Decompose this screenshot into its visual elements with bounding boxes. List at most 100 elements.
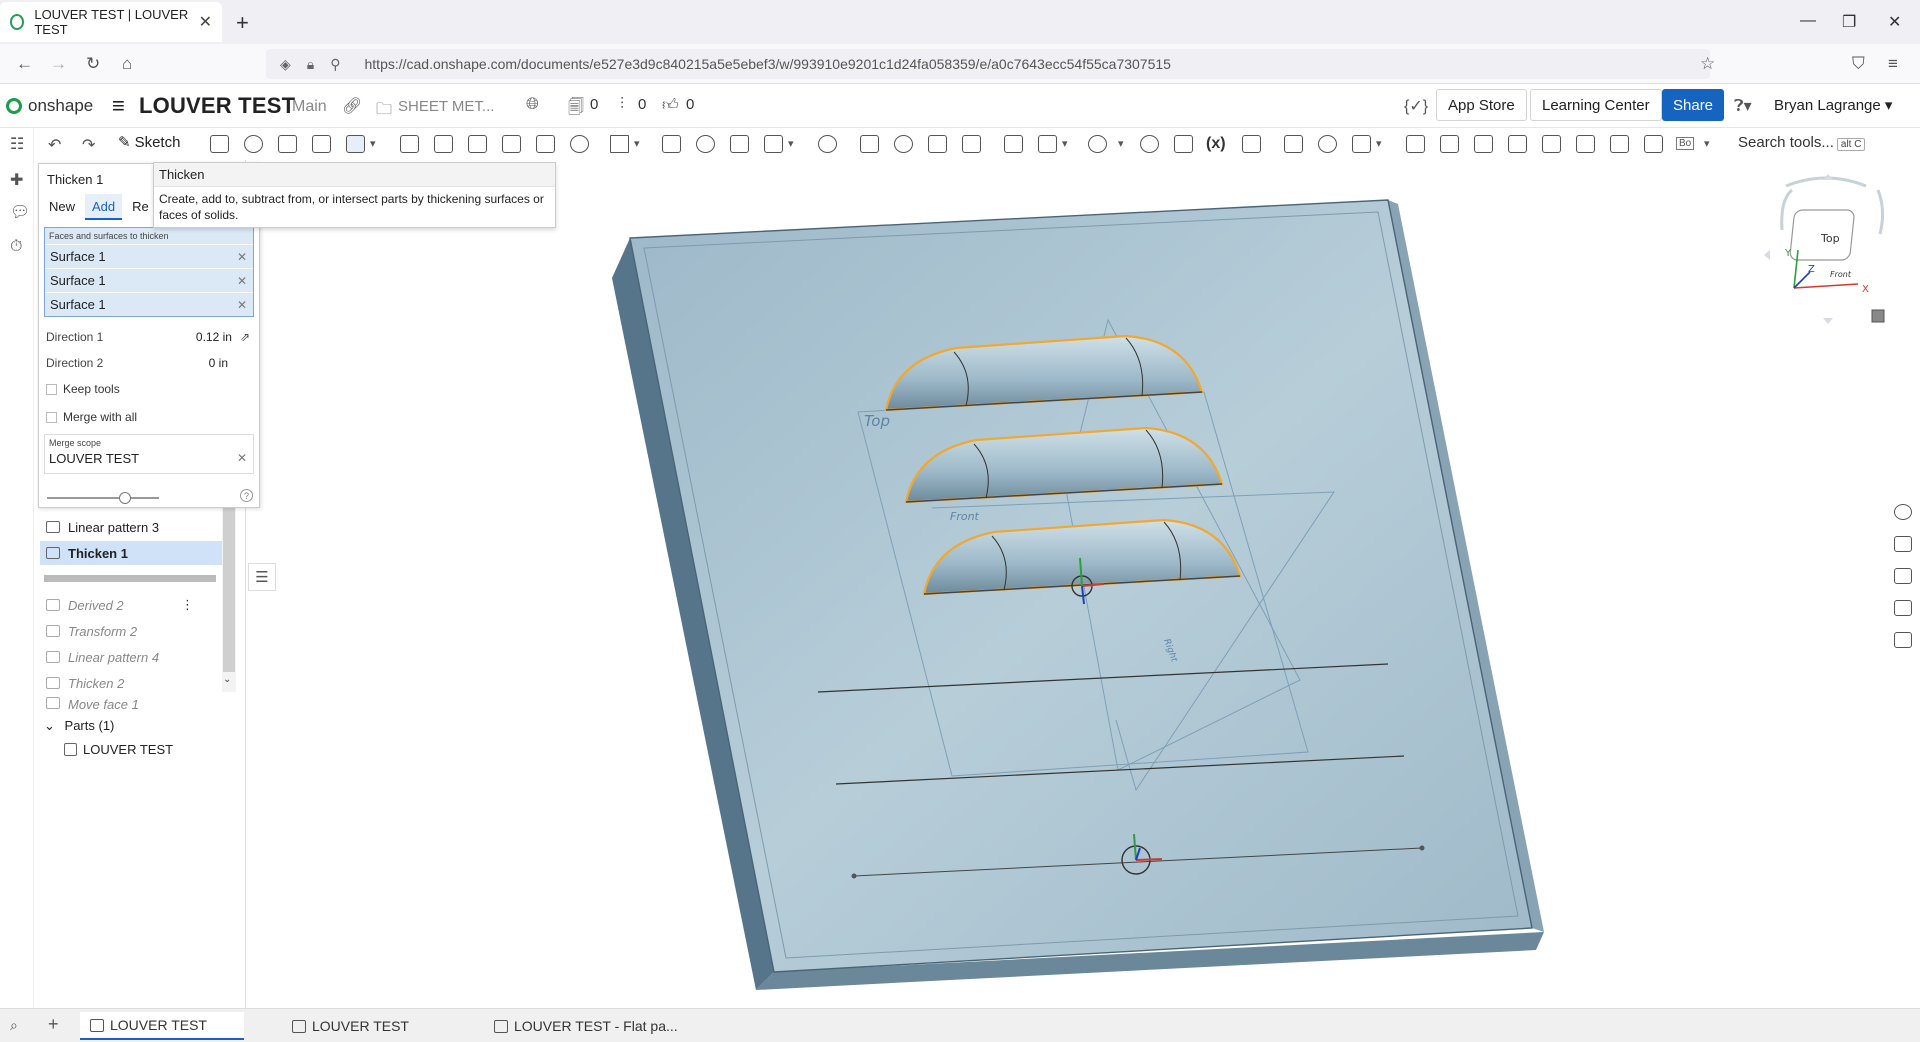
selection-item[interactable]: Surface 1 ✕	[45, 292, 253, 316]
parts-list-icon[interactable]	[1894, 536, 1912, 552]
restore-icon[interactable]: ❐	[1842, 12, 1856, 32]
flange-icon[interactable]	[894, 135, 913, 153]
measure-icon[interactable]	[1140, 135, 1159, 153]
mate-connector-icon[interactable]	[1038, 135, 1057, 153]
kebab-menu-icon[interactable]: ⋮	[181, 597, 194, 613]
variable-table-icon[interactable]	[1894, 632, 1912, 648]
thicken-icon[interactable]	[346, 135, 365, 153]
minimize-icon[interactable]: —	[1800, 12, 1816, 30]
section-icon[interactable]	[1174, 135, 1193, 153]
fillet-icon[interactable]	[400, 135, 419, 153]
tab-add[interactable]: Add	[85, 194, 123, 220]
merge-scope-box[interactable]: Merge scope LOUVER TEST ✕	[44, 434, 254, 474]
feature-item-linear-pattern-3[interactable]: Linear pattern 3	[40, 515, 224, 539]
tab-flat-pattern[interactable]: LOUVER TEST - Flat pa...	[484, 1012, 684, 1040]
tab-new[interactable]: New	[42, 194, 82, 220]
feature-item-thicken-2[interactable]: Thicken 2	[40, 671, 224, 695]
feature-item-move-face-1[interactable]: Move face 1	[40, 697, 224, 711]
faces-selection-box[interactable]: Faces and surfaces to thicken Surface 1 ✕…	[44, 227, 254, 317]
part-item[interactable]: LOUVER TEST	[64, 742, 173, 757]
hamburger-menu-icon[interactable]: ≡	[112, 93, 125, 119]
remove-scope-icon[interactable]: ✕	[237, 451, 247, 466]
versions-icon[interactable]: 🗐	[568, 96, 584, 123]
selection-item[interactable]: Surface 1 ✕	[45, 268, 253, 292]
branch-icon[interactable]: ⫶	[620, 96, 624, 114]
redo-icon[interactable]: ↷	[82, 135, 95, 155]
tab-remove[interactable]: Re	[125, 194, 156, 220]
chamfer-icon[interactable]	[434, 135, 453, 153]
workspace-name[interactable]: Main	[292, 98, 327, 116]
new-tab-icon[interactable]: +	[236, 10, 249, 36]
forward-icon[interactable]: →	[50, 54, 67, 74]
sketch-button[interactable]: ✎ Sketch	[118, 133, 180, 152]
add-feature-icon[interactable]: ✚	[10, 170, 23, 190]
parts-header[interactable]: ⌄ Parts (1)	[44, 718, 114, 734]
hole-icon[interactable]	[570, 135, 589, 153]
rib-icon[interactable]	[502, 135, 521, 153]
composite-dropdown-icon[interactable]: ▾	[1376, 137, 1382, 150]
feature-item-thicken-1[interactable]: Thicken 1	[40, 541, 224, 565]
globe-icon[interactable]: 🌐︎	[526, 96, 539, 114]
search-icon[interactable]: ⌕	[10, 1017, 18, 1034]
extend-icon[interactable]	[1508, 135, 1527, 153]
selection-item[interactable]: Surface 1 ✕	[45, 244, 253, 268]
insert-tab-icon[interactable]: +	[48, 1014, 59, 1035]
close-window-icon[interactable]: ✕	[1888, 12, 1901, 32]
share-button[interactable]: Share	[1662, 89, 1725, 121]
transform-icon[interactable]	[764, 135, 783, 153]
linear-pattern-icon[interactable]	[610, 135, 629, 153]
tab-drawing[interactable]: LOUVER TEST	[282, 1012, 478, 1040]
like-icon[interactable]: 👍︎	[662, 96, 679, 115]
document-title[interactable]: LOUVER TEST	[139, 93, 295, 119]
direction2-value[interactable]: 0 in	[209, 356, 228, 370]
check-icon[interactable]	[1644, 135, 1663, 153]
link-icon[interactable]: 🔗︎	[342, 96, 362, 116]
curve-dropdown-icon[interactable]: ▾	[1118, 137, 1124, 150]
helix-icon[interactable]	[1088, 135, 1107, 153]
comments-icon[interactable]: 💬︎	[10, 202, 30, 222]
rollback-bar[interactable]	[44, 575, 216, 582]
merge-with-all-checkbox[interactable]: Merge with all	[46, 410, 252, 424]
move-face-icon[interactable]	[1406, 135, 1425, 153]
shell-icon[interactable]	[536, 135, 555, 153]
offset-surface-icon[interactable]	[1440, 135, 1459, 153]
checkbox-icon[interactable]	[46, 411, 57, 423]
mate-dropdown-icon[interactable]: ▾	[1062, 137, 1068, 150]
direction1-field[interactable]: Direction 1 0.12 in ⇗	[46, 330, 252, 344]
keep-tools-checkbox[interactable]: Keep tools	[46, 382, 252, 396]
transform-dropdown-icon[interactable]: ▾	[788, 137, 794, 150]
feature-item-transform-2[interactable]: Transform 2	[40, 619, 224, 643]
help-icon[interactable]: ❓︎▾	[1734, 96, 1752, 116]
sheet-metal-model-icon[interactable]	[860, 135, 879, 153]
model-view[interactable]: Top Front Right Top Front Y Z X	[246, 160, 1904, 1008]
search-tools[interactable]: Search tools... alt C	[1738, 134, 1866, 151]
boolean-icon[interactable]	[696, 135, 715, 153]
reload-icon[interactable]: ↻	[86, 54, 100, 74]
derived-icon[interactable]	[1318, 135, 1337, 153]
thicken-dropdown-icon[interactable]: ▾	[370, 137, 376, 150]
split-icon[interactable]	[730, 135, 749, 153]
configuration-panel-icon[interactable]	[1894, 600, 1912, 616]
remove-selection-icon[interactable]: ✕	[237, 274, 247, 288]
composite-icon[interactable]	[1352, 135, 1371, 153]
remove-selection-icon[interactable]: ✕	[237, 250, 247, 264]
undo-icon[interactable]: ↶	[48, 135, 61, 155]
feature-item-linear-pattern-4[interactable]: Linear pattern 4	[40, 645, 224, 669]
enclose-icon[interactable]	[1610, 135, 1629, 153]
tab-part-studio[interactable]: LOUVER TEST	[80, 1012, 244, 1040]
view-cube-front-label[interactable]: Front	[1830, 270, 1852, 279]
onshape-logo[interactable]: onshape	[6, 96, 93, 116]
loft-icon[interactable]	[312, 135, 331, 153]
back-icon[interactable]: ←	[16, 54, 33, 74]
help-icon[interactable]: ?	[240, 489, 253, 502]
bookmark-star-icon[interactable]: ☆	[1700, 54, 1715, 74]
wrap-icon[interactable]	[1576, 135, 1595, 153]
apps-dropdown-icon[interactable]: ▾	[1704, 137, 1710, 150]
direction2-field[interactable]: Direction 2 0 in	[46, 356, 252, 370]
folder-name[interactable]: SHEET MET...	[398, 98, 494, 115]
view-cube[interactable]: Top Front Y Z X	[1764, 174, 1904, 324]
direction1-value[interactable]: 0.12 in	[196, 330, 232, 344]
pattern-dropdown-icon[interactable]: ▾	[634, 137, 640, 150]
menu-icon[interactable]: ≡	[1888, 54, 1898, 74]
slider-knob[interactable]	[119, 492, 131, 504]
